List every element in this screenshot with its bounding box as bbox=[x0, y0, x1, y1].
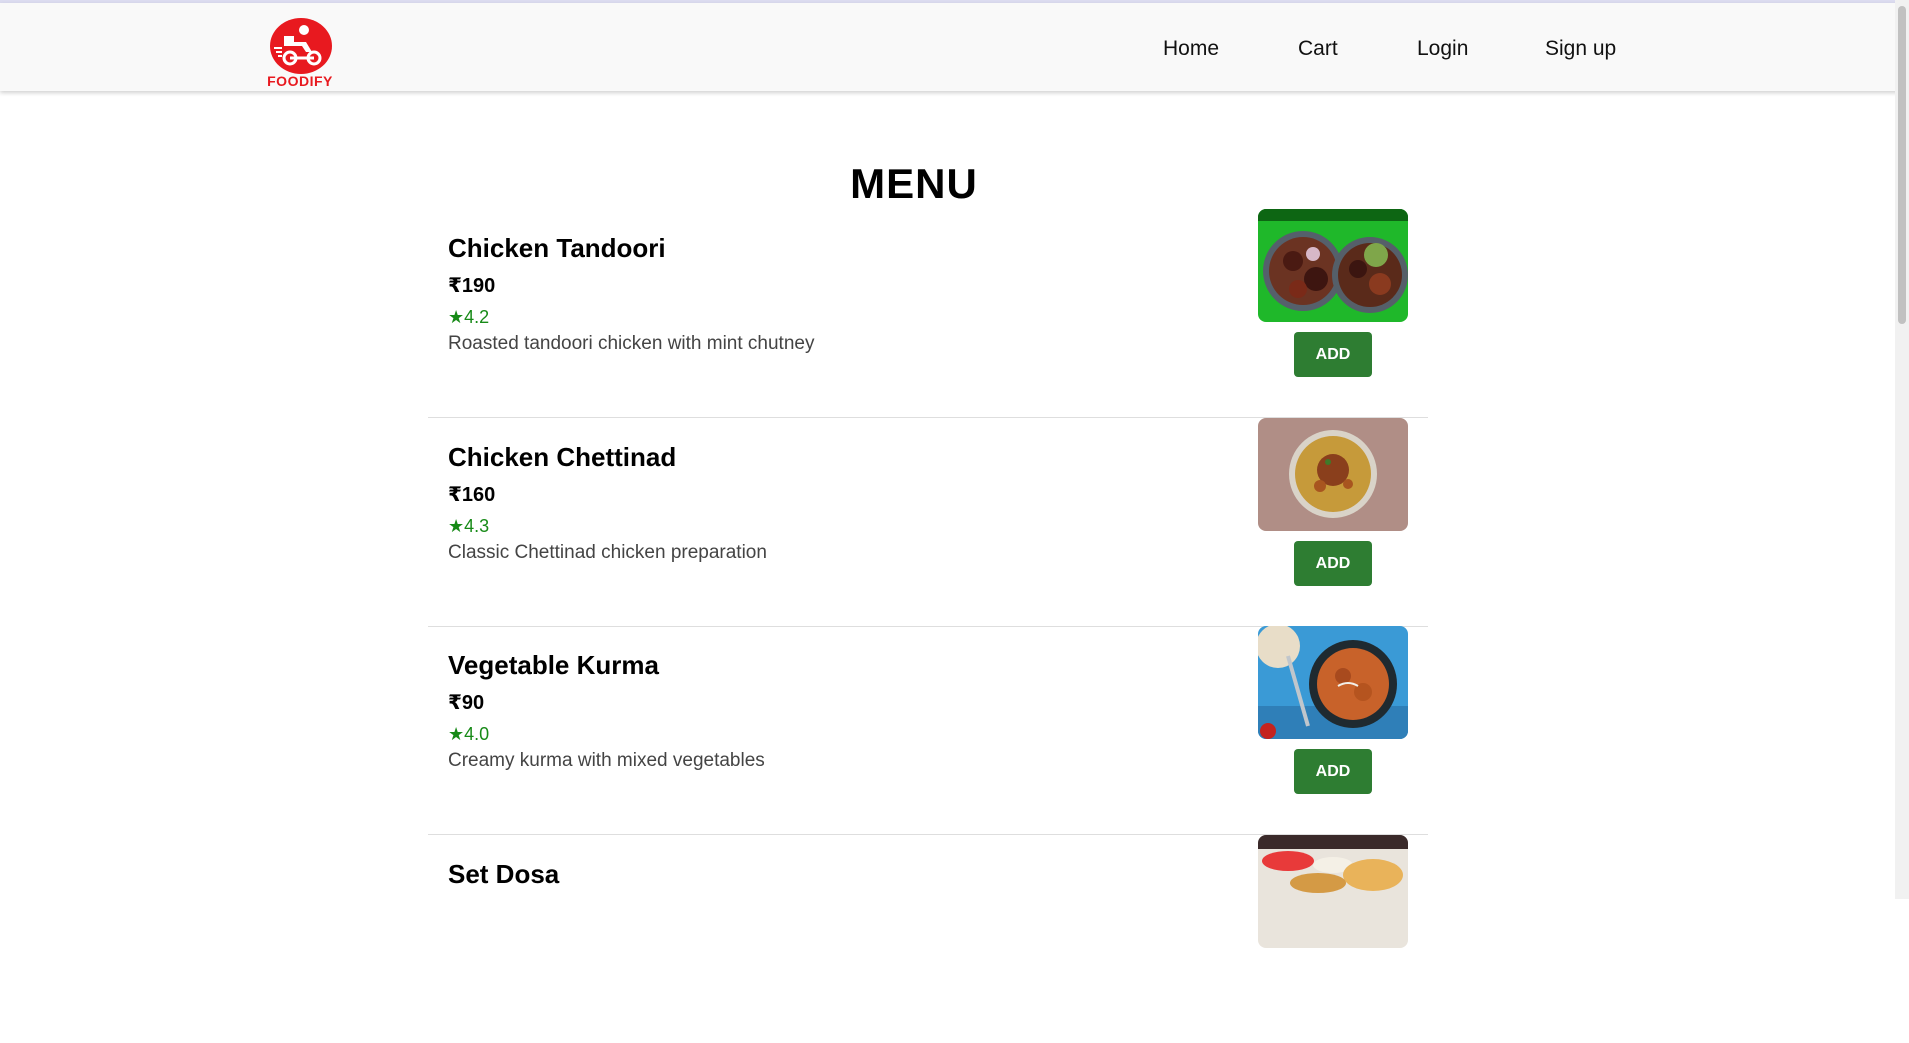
item-description: Roasted tandoori chicken with mint chutn… bbox=[448, 333, 815, 354]
item-name: Chicken Chettinad bbox=[448, 442, 677, 472]
menu-item: Chicken Tandoori ₹190 ★4.2 Roasted tando… bbox=[428, 209, 1428, 418]
item-price: ₹160 bbox=[448, 484, 496, 506]
chicken-chettinad-photo bbox=[1258, 418, 1408, 531]
set-dosa-photo bbox=[1258, 835, 1408, 948]
item-description: Classic Chettinad chicken preparation bbox=[448, 542, 767, 563]
navbar: FOODIFY Home Cart Login Sign up bbox=[0, 3, 1905, 91]
menu-item: Set Dosa bbox=[428, 835, 1428, 1043]
delivery-rider-icon bbox=[270, 18, 332, 74]
item-name: Chicken Tandoori bbox=[448, 233, 666, 263]
nav-home[interactable]: Home bbox=[1163, 37, 1219, 61]
item-description: Creamy kurma with mixed vegetables bbox=[448, 750, 765, 771]
page-scrollbar[interactable] bbox=[1895, 0, 1909, 899]
add-to-cart-button[interactable]: ADD bbox=[1294, 749, 1372, 794]
item-rating: ★4.2 bbox=[448, 307, 490, 327]
nav-login[interactable]: Login bbox=[1417, 37, 1468, 61]
menu-item: Vegetable Kurma ₹90 ★4.0 Creamy kurma wi… bbox=[428, 626, 1428, 835]
brand-name: FOODIFY bbox=[267, 73, 333, 89]
vegetable-kurma-photo bbox=[1258, 626, 1408, 739]
chicken-tandoori-photo bbox=[1258, 209, 1408, 322]
item-rating: ★4.3 bbox=[448, 516, 490, 536]
add-to-cart-button[interactable]: ADD bbox=[1294, 541, 1372, 586]
add-to-cart-button[interactable]: ADD bbox=[1294, 332, 1372, 377]
item-name: Vegetable Kurma bbox=[448, 650, 659, 680]
item-price: ₹190 bbox=[448, 275, 496, 297]
menu-item: Chicken Chettinad ₹160 ★4.3 Classic Chet… bbox=[428, 418, 1428, 627]
item-rating: ★4.0 bbox=[448, 724, 490, 744]
nav-signup[interactable]: Sign up bbox=[1545, 37, 1616, 61]
item-name: Set Dosa bbox=[448, 859, 560, 889]
brand-logo[interactable]: FOODIFY bbox=[262, 18, 338, 90]
nav-cart[interactable]: Cart bbox=[1298, 37, 1338, 61]
page-title: MENU bbox=[850, 160, 978, 208]
scrollbar-thumb[interactable] bbox=[1898, 6, 1906, 324]
item-price: ₹90 bbox=[448, 692, 485, 714]
